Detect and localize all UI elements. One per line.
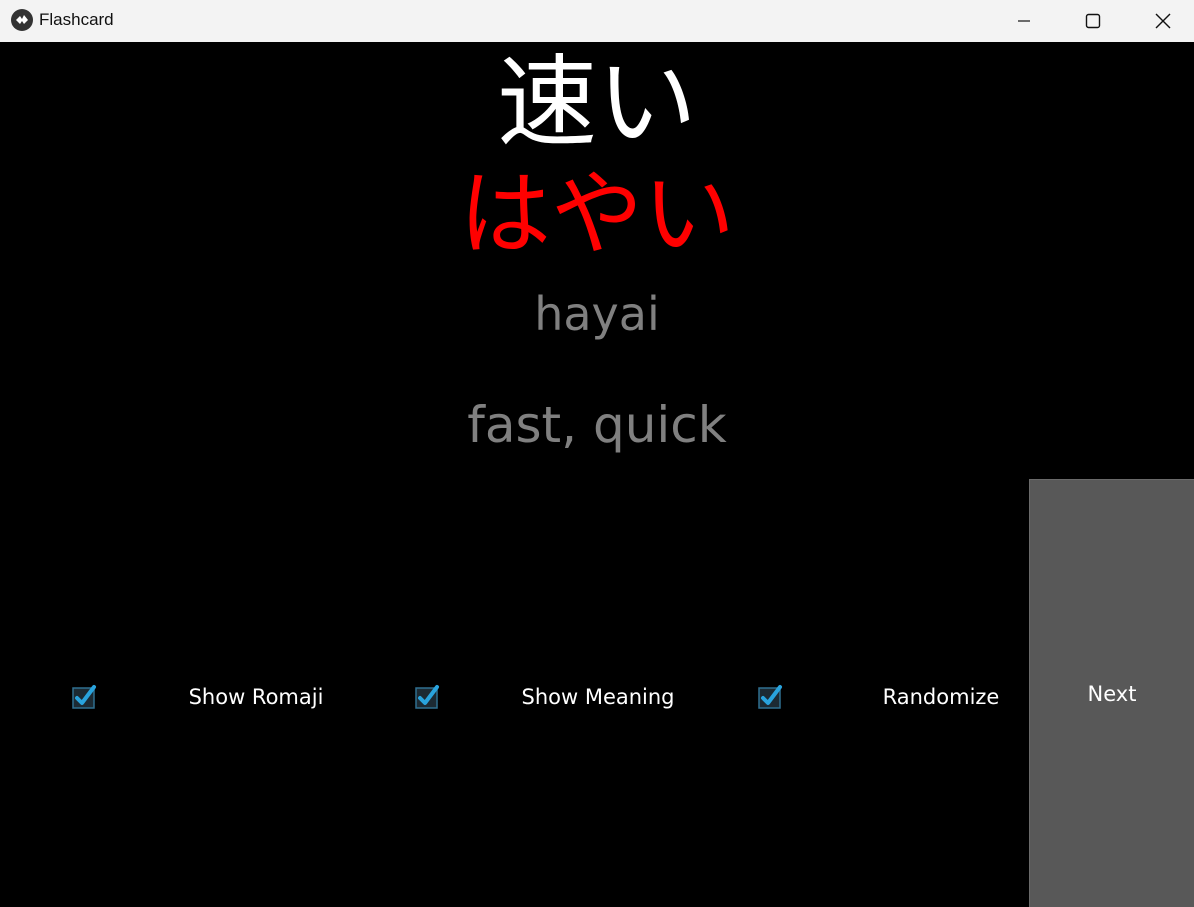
- show-meaning-label[interactable]: Show Meaning: [498, 682, 698, 712]
- show-meaning-checkbox[interactable]: [415, 683, 441, 709]
- app-logo-icon: [11, 9, 33, 31]
- next-button[interactable]: Next: [1029, 479, 1194, 907]
- meaning-text: fast, quick: [467, 396, 727, 454]
- close-button[interactable]: [1128, 0, 1194, 42]
- flashcard-area: 速い はやい hayai fast, quick Show Romaji Sho…: [0, 42, 1194, 907]
- kana-text: はやい: [458, 161, 735, 268]
- minimize-button[interactable]: [989, 0, 1059, 42]
- maximize-icon: [1085, 13, 1101, 29]
- minimize-icon: [1018, 20, 1030, 22]
- romaji-text: hayai: [534, 287, 660, 341]
- kanji-text: 速い: [497, 44, 697, 161]
- next-button-label: Next: [1087, 681, 1137, 706]
- randomize-label[interactable]: Randomize: [841, 682, 1041, 712]
- window-title: Flashcard: [39, 10, 114, 29]
- title-bar: Flashcard: [0, 0, 1194, 42]
- randomize-checkbox[interactable]: [758, 683, 784, 709]
- show-romaji-checkbox[interactable]: [72, 683, 98, 709]
- close-icon: [1155, 13, 1171, 29]
- maximize-button[interactable]: [1058, 0, 1128, 42]
- show-romaji-label[interactable]: Show Romaji: [156, 682, 356, 712]
